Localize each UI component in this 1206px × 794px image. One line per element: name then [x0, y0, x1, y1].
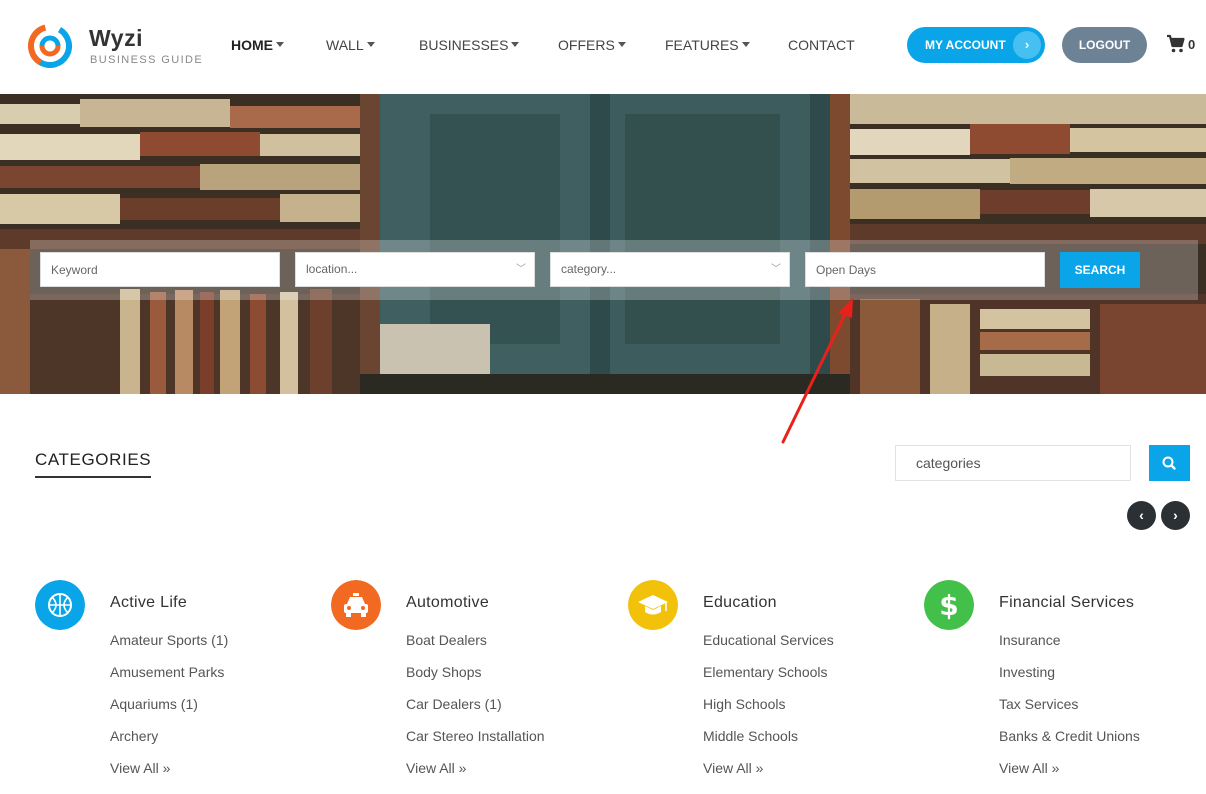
location-select-value: location... — [306, 262, 358, 276]
chevron-left-icon: ‹ — [1139, 507, 1144, 523]
brand-name[interactable]: Wyzi — [89, 25, 143, 52]
logo-icon[interactable] — [28, 24, 72, 68]
chevron-down-icon: ﹀ — [516, 264, 526, 275]
cart-button[interactable]: 0 — [1166, 34, 1198, 56]
nav-features-label: FEATURES — [665, 37, 739, 53]
view-all-link[interactable]: View All » — [999, 760, 1059, 776]
caret-down-icon — [741, 42, 750, 47]
nav-contact[interactable]: CONTACT — [788, 37, 855, 53]
taxi-icon[interactable] — [331, 580, 381, 630]
open-days-field[interactable] — [805, 252, 1045, 287]
category-name[interactable]: Education — [703, 594, 777, 612]
keyword-field[interactable] — [40, 252, 280, 287]
open-days-input[interactable] — [816, 253, 1044, 286]
categories-search-button[interactable] — [1149, 445, 1190, 481]
category-link[interactable]: Boat Dealers — [406, 632, 487, 648]
caret-down-icon — [511, 42, 520, 47]
category-link[interactable]: Elementary Schools — [703, 664, 828, 680]
category-link[interactable]: Investing — [999, 664, 1055, 680]
shopping-cart-icon — [1167, 34, 1185, 53]
graduation-cap-icon[interactable] — [628, 580, 678, 630]
search-icon — [1162, 456, 1176, 470]
nav-offers-label: OFFERS — [558, 37, 615, 53]
category-name[interactable]: Automotive — [406, 594, 489, 612]
chevron-down-icon: ﹀ — [771, 264, 781, 275]
category-link[interactable]: Insurance — [999, 632, 1060, 648]
nav-businesses-label: BUSINESSES — [419, 37, 509, 53]
caret-down-icon — [276, 42, 284, 47]
caret-down-icon — [617, 42, 626, 47]
carousel-prev-button[interactable]: ‹ — [1127, 501, 1156, 530]
nav-offers[interactable]: OFFERS — [558, 37, 626, 53]
category-link[interactable]: Car Stereo Installation — [406, 728, 545, 744]
category-link[interactable]: Tax Services — [999, 696, 1078, 712]
nav-businesses[interactable]: BUSINESSES — [419, 37, 520, 53]
category-link[interactable]: Banks & Credit Unions — [999, 728, 1140, 744]
nav-wall[interactable]: WALL — [326, 37, 375, 53]
brand-tagline: BUSINESS GUIDE — [90, 54, 204, 66]
view-all-link[interactable]: View All » — [406, 760, 466, 776]
search-button[interactable]: SEARCH — [1060, 252, 1140, 288]
site-header: Wyzi BUSINESS GUIDE HOME WALL BUSINESSES… — [0, 0, 1206, 94]
category-link[interactable]: Body Shops — [406, 664, 482, 680]
nav-wall-label: WALL — [326, 37, 364, 53]
category-link[interactable]: High Schools — [703, 696, 786, 712]
logout-button[interactable]: LOGOUT — [1062, 27, 1147, 63]
carousel-next-button[interactable]: › — [1161, 501, 1190, 530]
category-link[interactable]: Educational Services — [703, 632, 834, 648]
nav-home-label: HOME — [231, 37, 273, 53]
category-name[interactable]: Active Life — [110, 594, 187, 612]
categories-heading: CATEGORIES — [35, 450, 152, 478]
chevron-right-icon: › — [1013, 31, 1041, 59]
category-link[interactable]: Car Dealers (1) — [406, 696, 502, 712]
svg-text:$: $ — [939, 589, 958, 622]
category-link[interactable]: Aquariums (1) — [110, 696, 198, 712]
view-all-link[interactable]: View All » — [703, 760, 763, 776]
cart-count: 0 — [1188, 37, 1196, 52]
caret-down-icon — [366, 42, 375, 47]
category-select-value: category... — [561, 262, 617, 276]
category-link[interactable]: Amusement Parks — [110, 664, 224, 680]
location-select[interactable]: location... ﹀ — [295, 252, 535, 287]
category-link[interactable]: Middle Schools — [703, 728, 798, 744]
category-education: Education Educational Services Elementar… — [628, 580, 908, 780]
categories-search-input[interactable] — [916, 446, 1130, 480]
category-automotive: Automotive Boat Dealers Body Shops Car D… — [331, 580, 611, 780]
category-financial-services: $ Financial Services Insurance Investing… — [924, 580, 1204, 780]
category-link[interactable]: Archery — [110, 728, 158, 744]
hero-banner: location... ﹀ category... ﹀ SEARCH — [0, 94, 1206, 394]
categories-search-field[interactable] — [895, 445, 1131, 481]
view-all-link[interactable]: View All » — [110, 760, 170, 776]
my-account-label: MY ACCOUNT — [925, 38, 1006, 52]
category-select[interactable]: category... ﹀ — [550, 252, 790, 287]
chevron-right-icon: › — [1173, 507, 1178, 523]
nav-contact-label: CONTACT — [788, 37, 855, 53]
nav-home[interactable]: HOME — [231, 37, 284, 53]
category-name[interactable]: Financial Services — [999, 594, 1134, 612]
category-active-life: Active Life Amateur Sports (1) Amusement… — [35, 580, 315, 780]
category-link[interactable]: Amateur Sports (1) — [110, 632, 228, 648]
dollar-icon[interactable]: $ — [924, 580, 974, 630]
my-account-button[interactable]: MY ACCOUNT › — [907, 27, 1045, 63]
nav-features[interactable]: FEATURES — [665, 37, 750, 53]
keyword-input[interactable] — [51, 253, 279, 286]
search-bar: location... ﹀ category... ﹀ SEARCH — [30, 240, 1198, 300]
basketball-icon[interactable] — [35, 580, 85, 630]
